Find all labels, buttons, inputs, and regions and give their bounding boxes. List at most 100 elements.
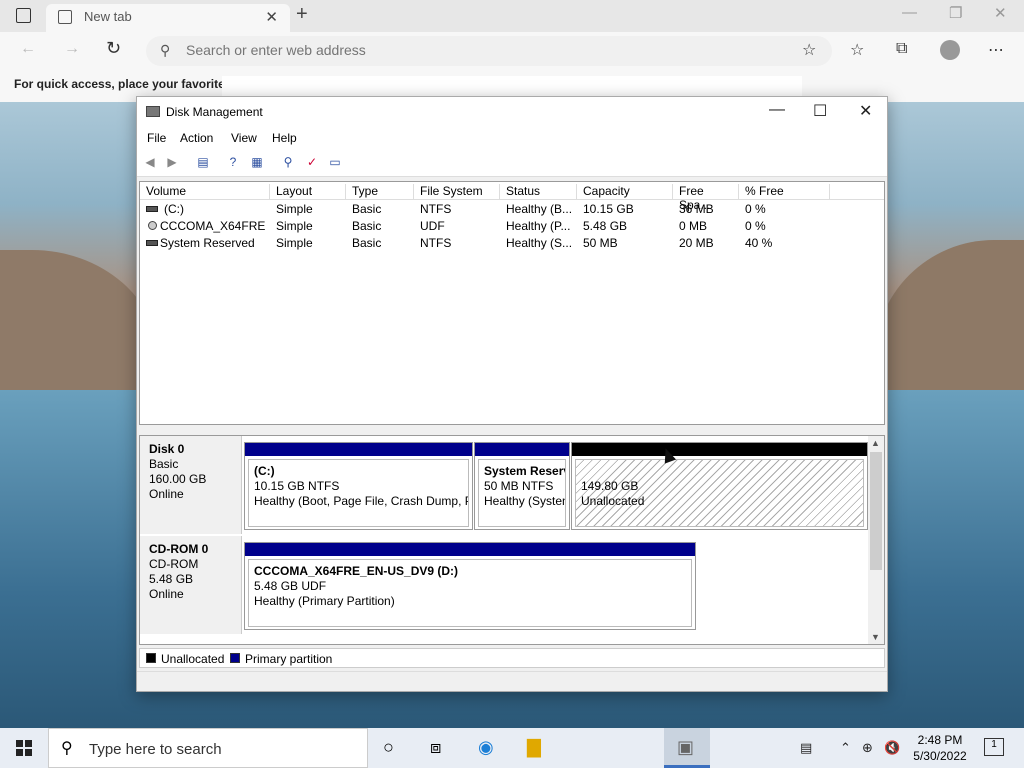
menu-file[interactable]: File [147, 131, 166, 145]
disk-management-window: Disk Management — ☐ ✕ File Action View H… [136, 96, 888, 692]
forward-arrow-icon[interactable]: ▶ [164, 155, 180, 169]
address-input[interactable] [186, 42, 746, 58]
disk-type: CD-ROM [149, 557, 199, 571]
unallocated-swatch [146, 653, 156, 663]
minimize-icon[interactable]: — [902, 4, 917, 21]
partition-size: 149.80 GB [581, 479, 639, 493]
partition-d[interactable]: CCCOMA_X64FRE_EN-US_DV9 (D:) 5.48 GB UDF… [244, 542, 696, 630]
properties-icon[interactable]: ▦ [249, 155, 265, 169]
col-layout[interactable]: Layout [270, 184, 346, 200]
show-hide-tree-icon[interactable]: ▤ [195, 155, 211, 169]
add-favorite-icon[interactable]: ☆ [802, 40, 816, 60]
settings-list-icon[interactable]: ▭ [327, 155, 343, 169]
restore-icon[interactable]: ❐ [949, 4, 962, 22]
close-tab-icon[interactable]: ✕ [265, 8, 278, 26]
volume-name: CCCOMA_X64FRE... [160, 219, 266, 233]
vertical-scrollbar[interactable]: ▲ ▼ [868, 436, 884, 644]
volume-layout: Simple [276, 236, 313, 250]
windows-start-icon[interactable] [16, 740, 32, 756]
col-free-space[interactable]: Free Spa... [673, 184, 739, 212]
volume-layout: Simple [276, 219, 313, 233]
tab-new-tab[interactable]: New tab ✕ [46, 4, 290, 32]
close-icon[interactable]: ✕ [859, 101, 872, 121]
back-icon[interactable]: ← [20, 40, 36, 58]
volume-row[interactable]: System Reserved Simple Basic NTFS Health… [140, 235, 884, 252]
favorites-hint: For quick access, place your favorites h [14, 77, 243, 91]
volume-muted-icon[interactable]: 🔇 [884, 740, 900, 756]
edge-icon[interactable]: ◉ [478, 737, 494, 758]
volume-type: Basic [352, 236, 382, 250]
back-arrow-icon[interactable]: ◀ [142, 155, 158, 169]
partition-size: 50 MB NTFS [484, 479, 554, 493]
clock-date: 5/30/2022 [913, 749, 967, 763]
volume-row[interactable]: (C:) Simple Basic NTFS Healthy (B... 10.… [140, 201, 884, 218]
partition-unallocated[interactable]: 149.80 GB Unallocated [571, 442, 868, 530]
connect-icon[interactable]: ⚲ [280, 155, 296, 169]
collections-icon[interactable]: ⧉ [896, 40, 907, 58]
menu-view[interactable]: View [231, 131, 257, 145]
profile-avatar[interactable] [940, 40, 960, 60]
refresh-icon[interactable]: ↻ [106, 38, 121, 59]
toolbar: ◀ ▶ ▤ ? ▦ ⚲ ✓ ▭ [137, 149, 887, 177]
scroll-up-icon[interactable]: ▲ [871, 438, 880, 448]
language-icon[interactable]: ⊕ [862, 740, 873, 756]
disk-management-taskbar-icon[interactable]: ▣ [664, 728, 710, 768]
cortana-icon[interactable]: ○ [383, 737, 394, 758]
scrollbar-thumb[interactable] [870, 452, 882, 570]
partition-title: System Reserv [484, 464, 566, 478]
taskbar-search-box[interactable]: ⚲ Type here to search [48, 728, 368, 768]
menu-help[interactable]: Help [272, 131, 297, 145]
cdrom-0-label[interactable]: CD-ROM 0 CD-ROM 5.48 GB Online [140, 536, 242, 634]
col-status[interactable]: Status [500, 184, 577, 200]
partition-c[interactable]: (C:) 10.15 GB NTFS Healthy (Boot, Page F… [244, 442, 473, 530]
primary-partition-bar [475, 443, 569, 456]
tab-title: New tab [84, 9, 132, 24]
taskbar: ⚲ Type here to search ○ ⧈ ◉ ▇ ▣ ▤ ⌃ ⊕ 🔇 … [0, 728, 1024, 768]
volume-free: 20 MB [679, 236, 714, 250]
file-explorer-icon[interactable]: ▇ [527, 737, 541, 758]
volume-fs: NTFS [420, 202, 452, 216]
primary-partition-bar [245, 543, 695, 556]
col-file-system[interactable]: File System [414, 184, 500, 200]
col-type[interactable]: Type [346, 184, 414, 200]
disk-management-icon [146, 106, 160, 117]
title-bar: Disk Management — ☐ ✕ [137, 97, 887, 127]
volume-row[interactable]: CCCOMA_X64FRE... Simple Basic UDF Health… [140, 218, 884, 235]
maximize-icon[interactable]: ☐ [813, 101, 827, 121]
show-hidden-icons-chevron[interactable]: ⌃ [840, 740, 851, 756]
forward-icon[interactable]: → [64, 40, 80, 58]
task-view-icon[interactable]: ⧈ [430, 737, 441, 758]
new-tab-button[interactable]: + [296, 3, 308, 26]
address-bar[interactable]: ⚲ ☆ [146, 36, 832, 66]
browser-window: New tab ✕ + — ❐ ✕ ← → ↻ ⚲ ☆ ☆ ⧉ ⋯ For qu… [0, 0, 1024, 102]
more-menu-icon[interactable]: ⋯ [988, 40, 1004, 60]
volume-list: Volume Layout Type File System Status Ca… [139, 181, 885, 425]
help-icon[interactable]: ? [225, 155, 241, 169]
checklist-icon[interactable]: ✓ [304, 155, 320, 169]
tab-bar: New tab ✕ + — ❐ ✕ [0, 0, 1024, 32]
minimize-icon[interactable]: — [769, 101, 785, 119]
unallocated-bar [572, 443, 867, 456]
scroll-down-icon[interactable]: ▼ [871, 632, 880, 642]
volume-capacity: 50 MB [583, 236, 618, 250]
favorites-icon[interactable]: ☆ [850, 40, 864, 60]
volume-layout: Simple [276, 202, 313, 216]
col-percent-free[interactable]: % Free [739, 184, 830, 200]
clock[interactable]: 2:48 PM 5/30/2022 [900, 732, 980, 764]
partition-status: Healthy (Primary Partition) [254, 594, 395, 608]
close-window-icon[interactable]: ✕ [994, 4, 1007, 22]
primary-partition-bar [245, 443, 472, 456]
volume-free: 36 MB [679, 202, 714, 216]
partition-size: 5.48 GB UDF [254, 579, 327, 593]
notifications-icon[interactable]: 1 [984, 738, 1004, 756]
legend-primary-partition: Primary partition [245, 652, 333, 666]
page-icon [58, 10, 72, 24]
col-capacity[interactable]: Capacity [577, 184, 673, 200]
partition-system-reserved[interactable]: System Reserv 50 MB NTFS Healthy (Systen [474, 442, 570, 530]
disk-0-label[interactable]: Disk 0 Basic 160.00 GB Online [140, 436, 242, 534]
tab-actions-icon[interactable] [16, 8, 31, 23]
col-volume[interactable]: Volume [140, 184, 270, 200]
disk-name: CD-ROM 0 [149, 542, 209, 556]
news-widget-icon[interactable]: ▤ [800, 740, 812, 756]
menu-action[interactable]: Action [180, 131, 213, 145]
